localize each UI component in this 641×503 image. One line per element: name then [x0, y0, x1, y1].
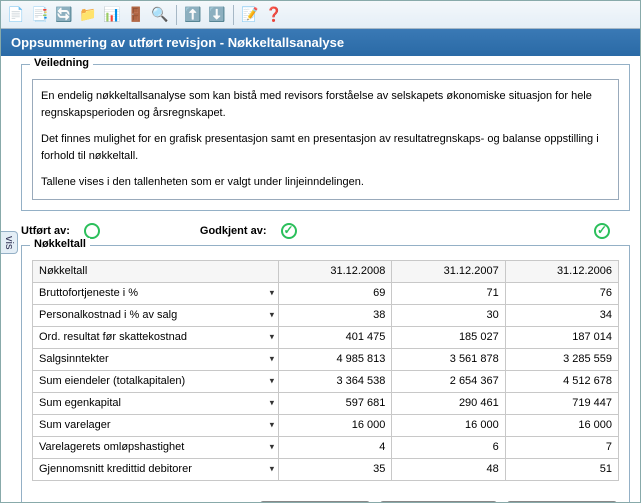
kpi-value-cell: 35: [279, 458, 392, 480]
guidance-frame: Veiledning En endelig nøkkeltallsanalyse…: [21, 64, 630, 211]
toolbar-separator: [233, 5, 234, 25]
help-icon[interactable]: ❓: [263, 4, 285, 26]
kpi-col-2006: 31.12.2006: [505, 260, 618, 282]
kpi-button-row: Nøkkeltall... Resultatregnskap... Balans…: [22, 491, 629, 503]
kpi-value-cell: 290 461: [392, 392, 505, 414]
secondary-status-icon[interactable]: [594, 223, 610, 239]
db-forward-icon[interactable]: 📊: [101, 4, 123, 26]
kpi-value-cell: 4: [279, 436, 392, 458]
kpi-value-cell: 597 681: [279, 392, 392, 414]
kpi-row-label[interactable]: Sum egenkapital▾: [33, 392, 279, 414]
search-icon[interactable]: 🔍: [149, 4, 171, 26]
kpi-value-cell: 2 654 367: [392, 370, 505, 392]
notes-icon[interactable]: 📝: [239, 4, 261, 26]
kpi-value-cell: 16 000: [279, 414, 392, 436]
approved-by-label: Godkjent av:: [200, 225, 267, 237]
guidance-line-2: Det finnes mulighet for en grafisk prese…: [41, 131, 610, 164]
guidance-text-box: En endelig nøkkeltallsanalyse som kan bi…: [32, 79, 619, 200]
kpi-value-cell: 48: [392, 458, 505, 480]
dropdown-arrow-icon[interactable]: ▾: [270, 420, 275, 431]
kpi-value-cell: 34: [505, 304, 618, 326]
kpi-frame-title: Nøkkeltall: [30, 238, 90, 250]
dropdown-arrow-icon[interactable]: ▾: [270, 464, 275, 475]
performed-by-label: Utført av:: [21, 225, 70, 237]
folder-icon[interactable]: 📁: [77, 4, 99, 26]
kpi-col-2007: 31.12.2007: [392, 260, 505, 282]
dropdown-arrow-icon[interactable]: ▾: [270, 332, 275, 343]
kpi-value-cell: 3 364 538: [279, 370, 392, 392]
kpi-value-cell: 3 285 559: [505, 348, 618, 370]
kpi-value-cell: 6: [392, 436, 505, 458]
kpi-row-label[interactable]: Sum eiendeler (totalkapitalen)▾: [33, 370, 279, 392]
kpi-table: Nøkkeltall 31.12.2008 31.12.2007 31.12.2…: [32, 260, 619, 481]
new-doc-icon[interactable]: 📄: [5, 4, 27, 26]
dropdown-arrow-icon[interactable]: ▾: [270, 442, 275, 453]
side-tab-handle[interactable]: vis: [1, 231, 18, 254]
app-window: 📄 📑 🔄 📁 📊 🚪 🔍 ⬆️ ⬇️ 📝 ❓ Oppsummering av …: [0, 0, 641, 503]
dropdown-arrow-icon[interactable]: ▾: [270, 376, 275, 387]
kpi-value-cell: 401 475: [279, 326, 392, 348]
table-row: Ord. resultat før skattekostnad▾401 4751…: [33, 326, 619, 348]
kpi-button-balanse[interactable]: Balanseoppsett...: [507, 501, 617, 503]
copy-doc-icon[interactable]: 📑: [29, 4, 51, 26]
kpi-value-cell: 71: [392, 282, 505, 304]
approval-row: Utført av: Godkjent av:: [21, 221, 630, 245]
kpi-value-cell: 16 000: [505, 414, 618, 436]
toolbar-separator: [176, 5, 177, 25]
dropdown-arrow-icon[interactable]: ▾: [270, 398, 275, 409]
dropdown-arrow-icon[interactable]: ▾: [270, 310, 275, 321]
kpi-value-cell: 16 000: [392, 414, 505, 436]
kpi-button-resultat[interactable]: Resultatregnskap...: [380, 501, 497, 503]
table-row: Varelagerets omløpshastighet▾467: [33, 436, 619, 458]
page-title: Oppsummering av utført revisjon - Nøkkel…: [1, 29, 640, 56]
performed-status-icon[interactable]: [84, 223, 100, 239]
main-toolbar: 📄 📑 🔄 📁 📊 🚪 🔍 ⬆️ ⬇️ 📝 ❓: [1, 1, 640, 29]
kpi-row-label[interactable]: Ord. resultat før skattekostnad▾: [33, 326, 279, 348]
kpi-value-cell: 38: [279, 304, 392, 326]
table-row: Personalkostnad i % av salg▾383034: [33, 304, 619, 326]
kpi-button-nokkeltall[interactable]: Nøkkeltall...: [260, 501, 370, 503]
table-row: Sum eiendeler (totalkapitalen)▾3 364 538…: [33, 370, 619, 392]
exit-icon[interactable]: 🚪: [125, 4, 147, 26]
kpi-frame: Nøkkeltall Nøkkeltall 31.12.2008 31.12.2…: [21, 245, 630, 503]
kpi-row-label[interactable]: Salgsinntekter▾: [33, 348, 279, 370]
guidance-line-1: En endelig nøkkeltallsanalyse som kan bi…: [41, 88, 610, 121]
kpi-value-cell: 187 014: [505, 326, 618, 348]
table-row: Bruttofortjeneste i %▾697176: [33, 282, 619, 304]
guidance-line-3: Tallene vises i den tallenheten som er v…: [41, 174, 610, 191]
kpi-value-cell: 3 561 878: [392, 348, 505, 370]
table-row: Gjennomsnitt kredittid debitorer▾354851: [33, 458, 619, 480]
table-row: Sum varelager▾16 00016 00016 000: [33, 414, 619, 436]
kpi-row-label[interactable]: Gjennomsnitt kredittid debitorer▾: [33, 458, 279, 480]
kpi-row-label[interactable]: Personalkostnad i % av salg▾: [33, 304, 279, 326]
guidance-title: Veiledning: [30, 57, 93, 69]
kpi-value-cell: 76: [505, 282, 618, 304]
kpi-value-cell: 185 027: [392, 326, 505, 348]
kpi-value-cell: 4 985 813: [279, 348, 392, 370]
nav-down-icon[interactable]: ⬇️: [206, 4, 228, 26]
kpi-value-cell: 719 447: [505, 392, 618, 414]
refresh-icon[interactable]: 🔄: [53, 4, 75, 26]
kpi-row-label[interactable]: Sum varelager▾: [33, 414, 279, 436]
kpi-header-row: Nøkkeltall 31.12.2008 31.12.2007 31.12.2…: [33, 260, 619, 282]
approved-status-icon[interactable]: [281, 223, 297, 239]
dropdown-arrow-icon[interactable]: ▾: [270, 288, 275, 299]
kpi-row-label[interactable]: Varelagerets omløpshastighet▾: [33, 436, 279, 458]
kpi-value-cell: 69: [279, 282, 392, 304]
kpi-value-cell: 7: [505, 436, 618, 458]
kpi-col-label: Nøkkeltall: [33, 260, 279, 282]
kpi-col-2008: 31.12.2008: [279, 260, 392, 282]
kpi-row-label[interactable]: Bruttofortjeneste i %▾: [33, 282, 279, 304]
kpi-value-cell: 51: [505, 458, 618, 480]
kpi-value-cell: 4 512 678: [505, 370, 618, 392]
table-row: Sum egenkapital▾597 681290 461719 447: [33, 392, 619, 414]
nav-up-icon[interactable]: ⬆️: [182, 4, 204, 26]
table-row: Salgsinntekter▾4 985 8133 561 8783 285 5…: [33, 348, 619, 370]
content-area: vis Veiledning En endelig nøkkeltallsana…: [1, 56, 640, 502]
dropdown-arrow-icon[interactable]: ▾: [270, 354, 275, 365]
kpi-value-cell: 30: [392, 304, 505, 326]
